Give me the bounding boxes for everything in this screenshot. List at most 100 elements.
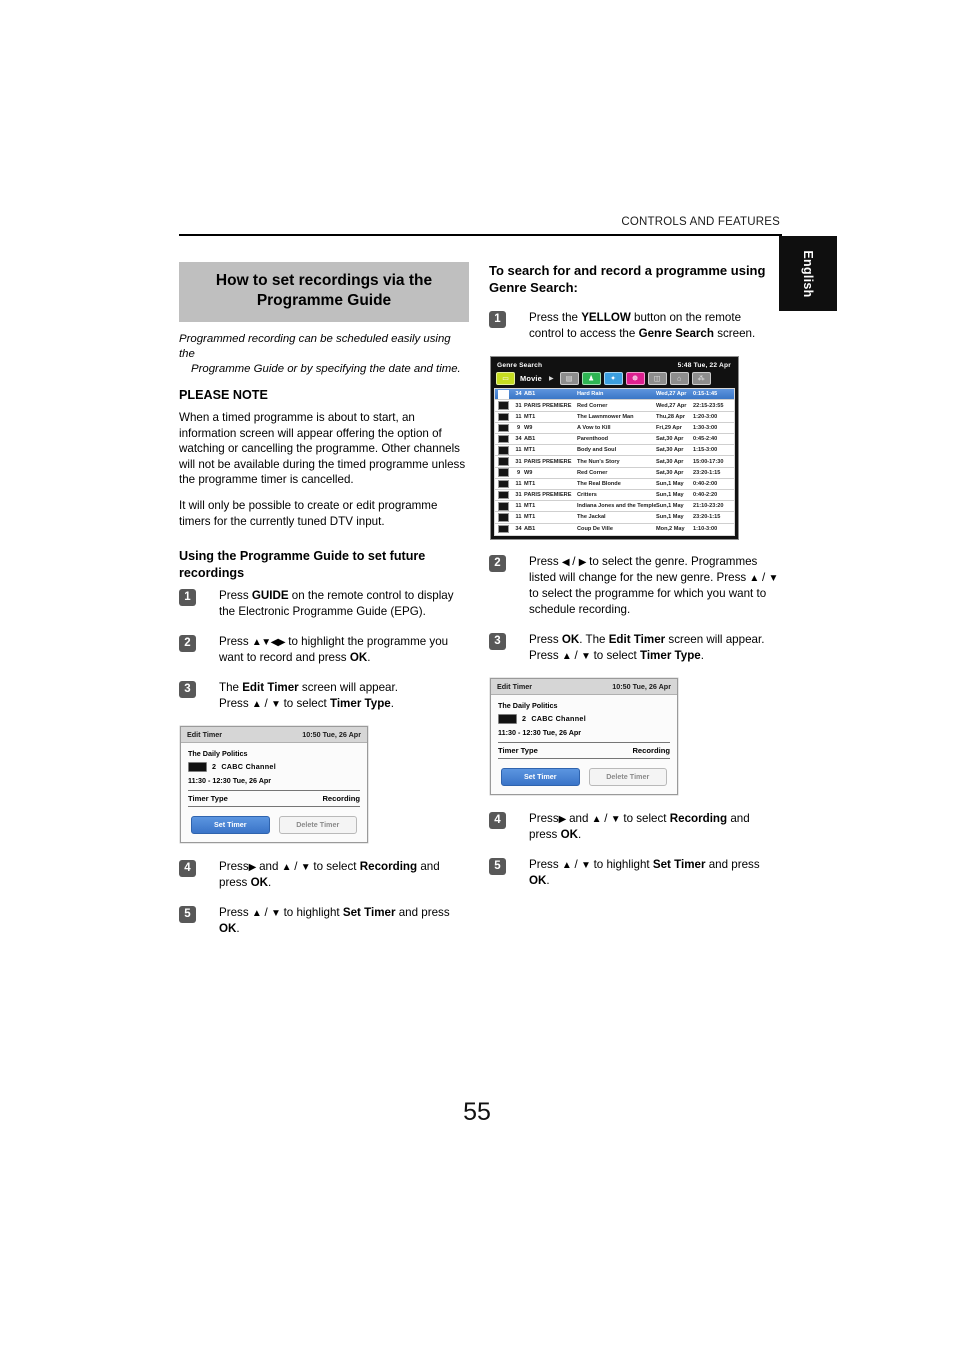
news-icon-glyph: ▤ <box>565 375 573 383</box>
channel-icon <box>498 524 509 534</box>
programme-date: Sat,30 Apr <box>656 447 684 454</box>
programme-date: Thu,28 Apr <box>656 413 686 420</box>
right-step-5: 5 Press ▲ / ▼ to highlight Set Timer and… <box>489 857 779 889</box>
programme-row[interactable]: 34 AB1 Parenthood Sat,30 Apr 0:45-2:40 <box>495 434 734 446</box>
step-number-badge: 2 <box>179 635 196 653</box>
edit-timer-timer-type-row[interactable]: Timer Type Recording <box>498 741 670 759</box>
programme-time: 22:15-23:55 <box>693 402 724 409</box>
step-number-badge: 5 <box>179 905 196 923</box>
manual-page: CONTROLS AND FEATURES English How to set… <box>0 0 954 1350</box>
programme-row[interactable]: 11 MT1 The Real Blonde Sun,1 May 0:40-2:00 <box>495 479 734 490</box>
show-icon-glyph: ♟ <box>587 375 595 383</box>
step-text: Press▶ and ▲ / ▼ to select Recording and… <box>219 859 440 889</box>
programme-title: Parenthood <box>577 436 609 443</box>
programme-date: Sun,1 May <box>656 480 684 487</box>
movie-icon-glyph: ▭ <box>502 375 509 383</box>
programme-date: Sat,30 Apr <box>656 436 684 443</box>
channel-name: AB1 <box>524 436 536 443</box>
edit-timer-channel-name: CABC Channel <box>531 714 587 724</box>
edit-timer-channel-row: 2 CABC Channel <box>188 761 360 772</box>
edit-timer-clock: 10:50 Tue, 26 Apr <box>612 681 671 691</box>
step-text: Press GUIDE on the remote control to dis… <box>219 589 454 619</box>
programme-title: The Real Blonde <box>577 480 621 487</box>
channel-number: 11 <box>515 413 522 420</box>
delete-timer-button[interactable]: Delete Timer <box>588 767 667 786</box>
programme-date: Sat,30 Apr <box>656 458 684 465</box>
right-step-2: 2 Press ◀ / ▶ to select the genre. Progr… <box>489 554 779 618</box>
arts-icon[interactable]: ⌂ <box>669 372 689 386</box>
step-number-badge: 3 <box>489 632 506 650</box>
arts-icon-glyph: ⌂ <box>676 375 682 383</box>
programme-title: Body and Soul <box>577 447 617 454</box>
programme-title: The Nun's Story <box>577 458 620 465</box>
channel-name: AB1 <box>524 526 536 533</box>
programme-row[interactable]: 11 MT1 The Lawnmower Man Thu,28 Apr 1:20-3:0… <box>495 412 734 423</box>
channel-number: 31 <box>515 458 522 465</box>
language-tab: English <box>779 236 837 311</box>
channel-number: 34 <box>515 436 522 443</box>
left-step-2: 2 Press ▲▼◀▶ to highlight the programme … <box>179 634 469 666</box>
edit-timer-clock: 10:50 Tue, 26 Apr <box>302 729 361 739</box>
timer-type-label: Timer Type <box>188 793 228 803</box>
right-column: To search for and record a programme usi… <box>489 262 779 903</box>
show-icon[interactable]: ♟ <box>581 372 601 386</box>
children-icon[interactable]: ❁ <box>625 372 645 386</box>
programme-date: Fri,29 Apr <box>656 424 682 431</box>
step-text: Press▶ and ▲ / ▼ to select Recording and… <box>529 811 750 841</box>
programme-row[interactable]: 9 W9 A Vow to Kill Fri,29 Apr 1:30-3:00 <box>495 423 734 435</box>
programme-row[interactable]: 34 AB1 Coup De Ville Mon,2 May 1:10-3:00 <box>495 524 734 535</box>
set-timer-button[interactable]: Set Timer <box>501 767 580 786</box>
programme-title: Critters <box>577 492 597 499</box>
selected-genre-label: Movie <box>520 374 542 384</box>
programme-row[interactable]: 11 MT1 Body and Soul Sat,30 Apr 1:15-3:00 <box>495 445 734 457</box>
channel-icon <box>498 434 509 444</box>
right-column-title: To search for and record a programme usi… <box>489 263 766 296</box>
edit-timer-time-range: 11:30 - 12:30 Tue, 26 Apr <box>188 775 272 785</box>
genre-search-clock: 5:48 Tue, 22 Apr <box>677 362 731 370</box>
chevron-right-icon[interactable]: ▶ <box>549 375 554 382</box>
step-number-badge: 4 <box>489 811 506 829</box>
please-note-heading: PLEASE NOTE <box>179 387 268 402</box>
left-step-5: 5 Press ▲ / ▼ to highlight Set Timer and… <box>179 905 469 937</box>
programme-row[interactable]: 11MT1 Indiana Jones and the Temple of Doo… <box>495 501 734 513</box>
delete-timer-button[interactable]: Delete Timer <box>278 815 357 834</box>
channel-icon <box>498 490 509 500</box>
channel-number: 31 <box>515 492 522 499</box>
channel-number: 34 <box>515 391 522 398</box>
social-icon[interactable]: ⁂ <box>691 372 711 386</box>
genre-programme-list[interactable]: 34 AB1 Hard Rain Wed,27 Apr 0:15-1:45 31 PARIS… <box>494 388 735 536</box>
programme-row[interactable]: 31 PARIS PREMIERE The Nun's Story Sat,30 Ap… <box>495 456 734 468</box>
right-step-1: 1 Press the YELLOW button on the remote … <box>489 310 779 342</box>
programme-time: 1:15-3:00 <box>693 447 718 454</box>
news-icon[interactable]: ▤ <box>559 372 579 386</box>
channel-name: PARIS PREMIERE <box>524 492 572 499</box>
programme-row[interactable]: 31 PARIS PREMIERE Critters Sun,1 May 0:40-2:… <box>495 490 734 502</box>
edit-timer-titlebar: Edit Timer 10:50 Tue, 26 Apr <box>491 678 677 695</box>
using-guide-subheading: Using the Programme Guide to set future … <box>179 549 426 580</box>
channel-name: MT1 <box>524 514 536 521</box>
edit-timer-channel-row: 2 CABC Channel <box>498 713 670 724</box>
edit-timer-screenshot-right: Edit Timer 10:50 Tue, 26 Apr The Daily P… <box>490 677 678 795</box>
music-icon[interactable]: ◫ <box>647 372 667 386</box>
programme-row[interactable]: 34 AB1 Hard Rain Wed,27 Apr 0:15-1:45 <box>495 389 734 401</box>
programme-row[interactable]: 31 PARIS PREMIERE Red Corner Wed,27 Apr 22:1… <box>495 400 734 412</box>
header-divider <box>179 234 782 236</box>
channel-name: MT1 <box>524 503 536 510</box>
channel-name: MT1 <box>524 447 536 454</box>
programme-date: Sun,1 May <box>656 503 684 510</box>
channel-name: AB1 <box>524 391 536 398</box>
channel-icon <box>188 761 207 772</box>
step-text: Press ▲▼◀▶ to highlight the programme yo… <box>219 635 449 665</box>
programme-row[interactable]: 11 MT1 The Jackal Sun,1 May 23:20-1:15 <box>495 512 734 524</box>
programme-title: Red Corner <box>577 469 608 476</box>
edit-timer-timer-type-row[interactable]: Timer Type Recording <box>188 789 360 807</box>
programme-row[interactable]: 9 W9 Red Corner Sat,30 Apr 23:20-1:15 <box>495 468 734 479</box>
channel-number: 11 <box>515 514 522 521</box>
set-timer-button[interactable]: Set Timer <box>191 815 270 834</box>
programme-title: The Lawnmower Man <box>577 413 634 420</box>
edit-timer-title: Edit Timer <box>187 729 223 739</box>
step-number-badge: 5 <box>489 857 506 875</box>
edit-timer-titlebar: Edit Timer 10:50 Tue, 26 Apr <box>181 726 367 743</box>
sports-icon[interactable]: ✦ <box>603 372 623 386</box>
movie-icon[interactable]: ▭ <box>496 372 515 386</box>
